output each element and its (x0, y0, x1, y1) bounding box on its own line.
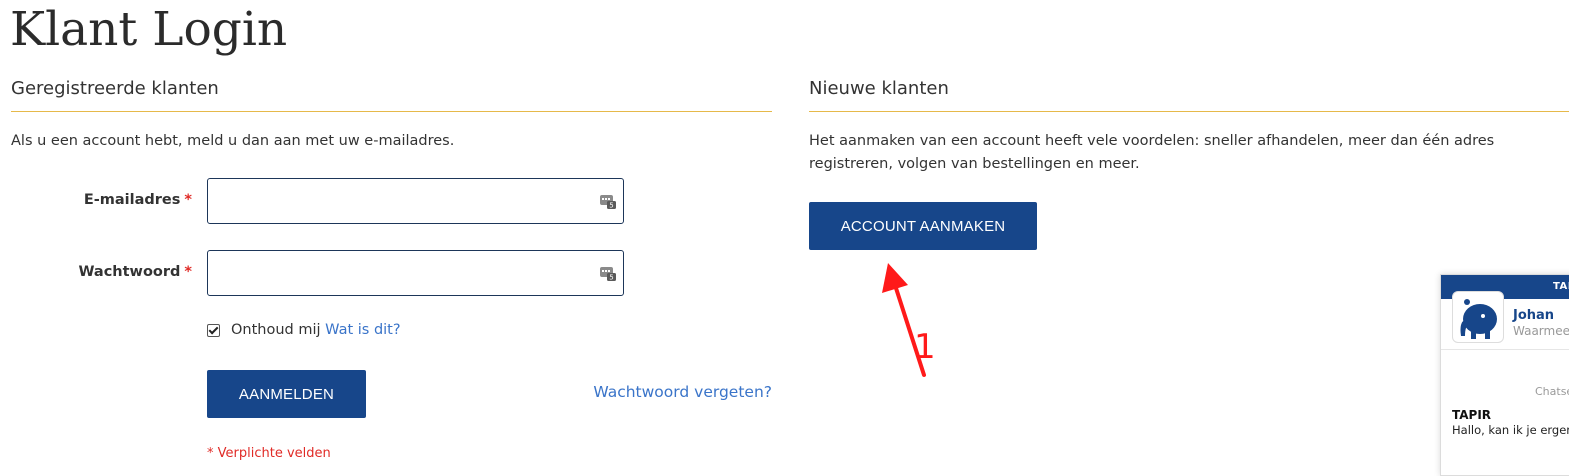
registered-customers-heading: Geregistreerde klanten (11, 78, 772, 112)
password-field[interactable] (207, 250, 624, 296)
email-label-text: E-mailadres (83, 192, 181, 208)
chat-divider (1441, 349, 1569, 350)
page-title: Klant Login (10, 2, 288, 57)
password-label-text: Wachtwoord (78, 264, 181, 280)
tapir-avatar-icon (1452, 291, 1504, 343)
password-row: Wachtwoord * 5 (11, 250, 772, 298)
password-label: Wachtwoord * (78, 264, 192, 280)
whats-this-link[interactable]: Wat is dit? (325, 322, 400, 338)
new-customers-heading: Nieuwe klanten (809, 78, 1569, 112)
create-account-button[interactable]: Account aanmaken (809, 202, 1037, 250)
annotation-number: 1 (914, 327, 936, 367)
new-customers-intro: Het aanmaken van een account heeft vele … (809, 133, 1495, 172)
login-button[interactable]: Aanmelden (207, 370, 366, 418)
registered-customers-section: Geregistreerde klanten Als u een account… (11, 78, 772, 470)
chat-message: Hallo, kan ik je ergens mee helpen? (1452, 423, 1569, 437)
chat-timestamp: Chatsessie gestart (1535, 385, 1569, 398)
new-customers-section: Nieuwe klanten Het aanmaken van een acco… (809, 78, 1569, 278)
chat-agent-subtitle: Waarmee kan ik je helpen? (1513, 324, 1569, 338)
remember-me-checkbox[interactable] (207, 323, 220, 337)
email-label: E-mailadres * (84, 192, 192, 208)
svg-text:5: 5 (609, 274, 613, 282)
email-row: E-mailadres * 5 (11, 178, 772, 226)
forgot-password-link[interactable]: Wachtwoord vergeten? (593, 383, 772, 401)
chat-widget[interactable]: TAPIR Johan Waarmee kan ik je helpen? Ch… (1440, 274, 1569, 476)
svg-text:5: 5 (609, 202, 613, 210)
remember-me-label: Onthoud mij (231, 322, 321, 338)
required-asterisk: * (184, 264, 192, 280)
red-arrow-icon (870, 255, 950, 385)
required-asterisk: * (184, 192, 192, 208)
email-field[interactable] (207, 178, 624, 224)
required-fields-note: * Verplichte velden (207, 446, 331, 461)
password-manager-icon[interactable]: 5 (600, 265, 616, 282)
password-manager-icon[interactable]: 5 (600, 193, 616, 210)
remember-me: Onthoud mij Wat is dit? (207, 322, 401, 338)
chat-agent-name: Johan (1513, 308, 1555, 323)
chat-sender: TAPIR (1452, 408, 1492, 422)
registered-intro: Als u een account hebt, meld u dan aan m… (11, 133, 455, 149)
